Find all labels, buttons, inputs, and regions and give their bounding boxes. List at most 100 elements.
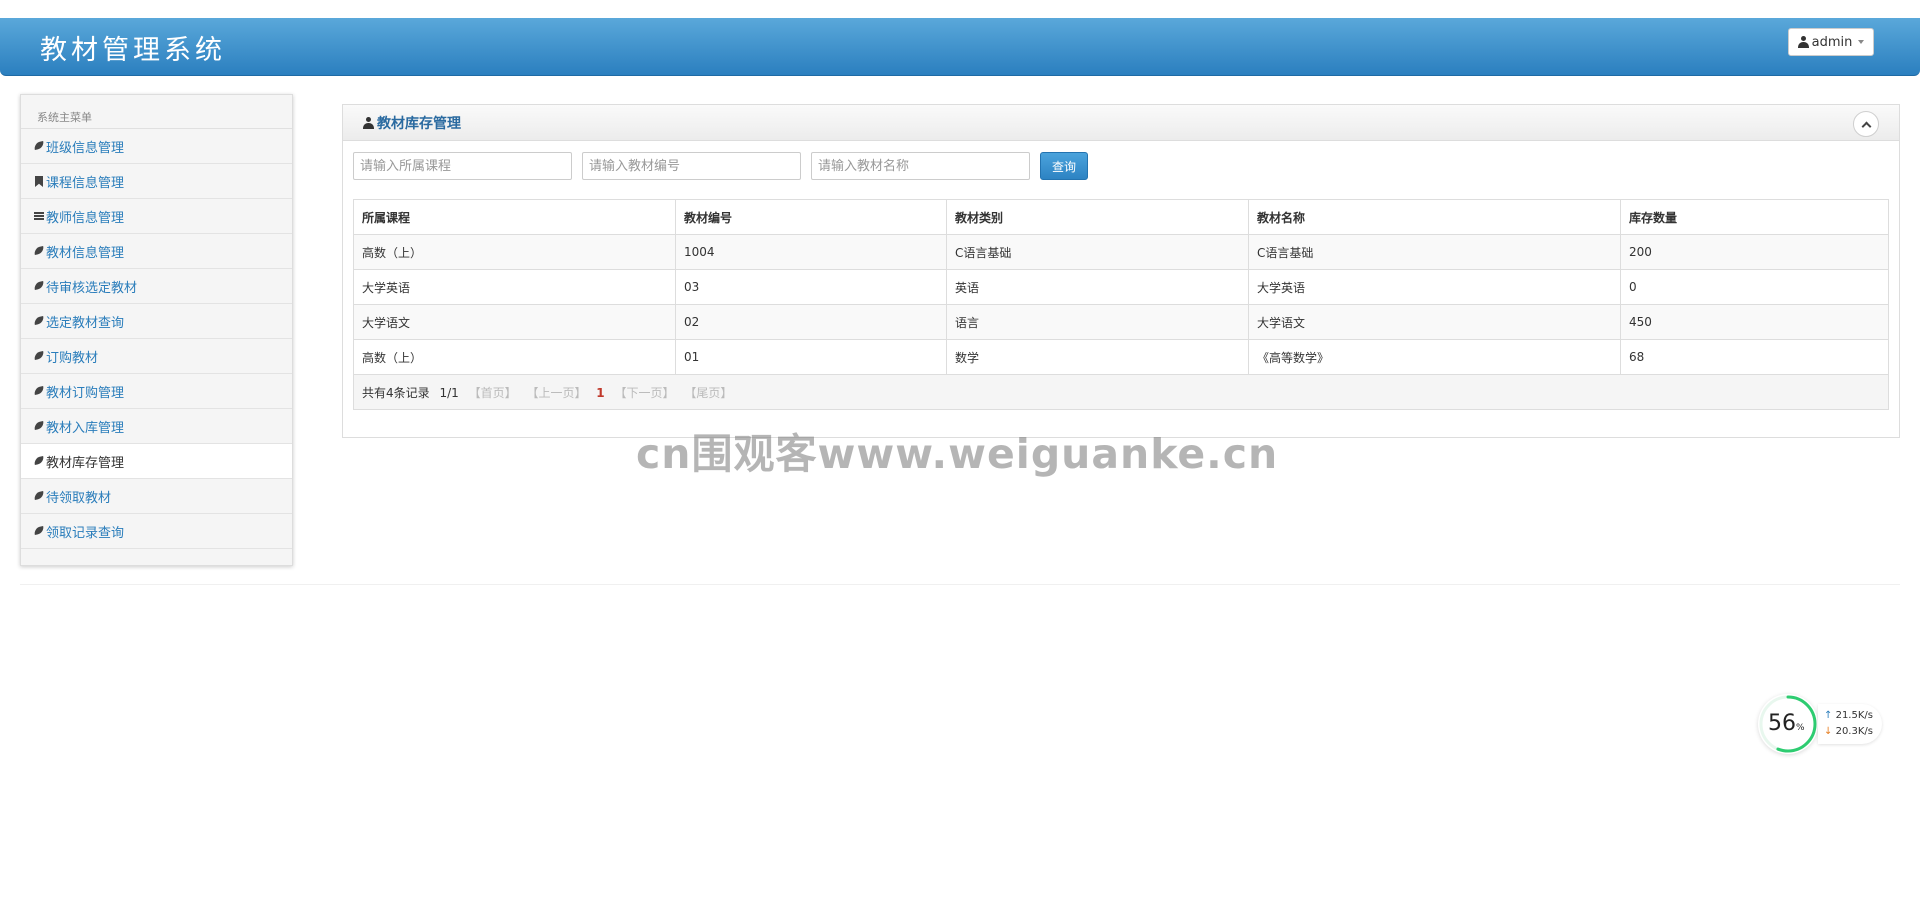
table-cell: 大学英语 [1248, 269, 1621, 305]
sidebar-item-label: 班级信息管理 [46, 140, 125, 156]
record-count: 共有4条记录 [362, 385, 430, 400]
sidebar-item-label: 待领取教材 [46, 490, 112, 506]
table-row: 高数（上） 1004 C语言基础 C语言基础 200 [353, 234, 1889, 270]
table-cell: C语言基础 [946, 234, 1249, 270]
bookmark-icon [33, 176, 45, 186]
leaf-icon [33, 526, 45, 536]
upload-arrow-icon: ↑ [1824, 710, 1833, 721]
leaf-icon [33, 351, 45, 361]
sidebar-item-course-info[interactable]: 课程信息管理 [21, 164, 292, 199]
table-cell: 450 [1620, 304, 1889, 340]
download-rate: 20.3K/s [1835, 726, 1873, 737]
pager-row: 共有4条记录 1/1 【首页】 【上一页】 1 【下一页】 【尾页】 [353, 374, 1889, 410]
table-cell: 03 [675, 269, 947, 305]
column-header: 教材名称 [1248, 199, 1621, 235]
table-cell: 英语 [946, 269, 1249, 305]
inventory-table: 所属课程 教材编号 教材类别 教材名称 库存数量 高数（上） 1004 C语言基… [353, 199, 1889, 410]
watermark: cn围观客www.weiguanke.cn [636, 430, 1279, 478]
sidebar: 系统主菜单 班级信息管理 课程信息管理 教师信息管理 教材信息管理 待审核选定教… [20, 94, 293, 566]
sidebar-item-pickup-records[interactable]: 领取记录查询 [21, 514, 292, 549]
table-row: 大学语文 02 语言 大学语文 450 [353, 304, 1889, 340]
user-menu-button[interactable]: admin [1788, 28, 1874, 56]
caret-down-icon [1858, 40, 1865, 44]
table-cell: 数学 [946, 339, 1249, 375]
sidebar-item-label: 教材入库管理 [46, 420, 125, 436]
list-icon [33, 211, 45, 221]
sidebar-item-label: 订购教材 [46, 350, 99, 366]
leaf-icon [33, 386, 45, 396]
sidebar-item-label: 待审核选定教材 [46, 280, 138, 296]
table-cell: 68 [1620, 339, 1889, 375]
table-row: 大学英语 03 英语 大学英语 0 [353, 269, 1889, 305]
table-cell: 02 [675, 304, 947, 340]
user-icon [1797, 36, 1809, 48]
table-cell: 大学语文 [353, 304, 676, 340]
table-cell: 01 [675, 339, 947, 375]
column-header: 教材类别 [946, 199, 1249, 235]
speed-gauge: 56% [1758, 694, 1818, 754]
sidebar-item-label: 课程信息管理 [46, 175, 125, 191]
next-page-link[interactable]: 【下一页】 [614, 386, 674, 400]
prev-page-link[interactable]: 【上一页】 [526, 386, 586, 400]
table-cell: C语言基础 [1248, 234, 1621, 270]
sidebar-item-pending-review[interactable]: 待审核选定教材 [21, 269, 292, 304]
sidebar-item-label: 教材信息管理 [46, 245, 125, 261]
app-title: 教材管理系统 [40, 35, 226, 66]
table-cell: 200 [1620, 234, 1889, 270]
last-page-link[interactable]: 【尾页】 [684, 386, 732, 400]
current-page[interactable]: 1 [596, 386, 604, 400]
inventory-panel: 教材库存管理 查询 所属课程 教材编号 教材类别 教材名称 库存数量 高数（上）… [342, 104, 1900, 438]
network-speed-widget[interactable]: 56% ↑ 21.5K/s ↓ 20.3K/s [1758, 694, 1882, 756]
sidebar-item-order-textbook[interactable]: 订购教材 [21, 339, 292, 374]
table-row: 高数（上） 01 数学 《高等数学》 68 [353, 339, 1889, 375]
table-cell: 大学英语 [353, 269, 676, 305]
page-info: 1/1 [439, 385, 459, 400]
sidebar-item-teacher-info[interactable]: 教师信息管理 [21, 199, 292, 234]
collapse-button[interactable] [1853, 111, 1879, 137]
leaf-icon [33, 141, 45, 151]
pager: 共有4条记录 1/1 【首页】 【上一页】 1 【下一页】 【尾页】 [353, 374, 1889, 410]
search-bar: 查询 [353, 152, 1088, 180]
sidebar-item-selected-query[interactable]: 选定教材查询 [21, 304, 292, 339]
sidebar-item-label: 教材订购管理 [46, 385, 125, 401]
table-cell: 高数（上） [353, 234, 676, 270]
panel-header: 教材库存管理 [343, 105, 1899, 141]
column-header: 库存数量 [1620, 199, 1889, 235]
sidebar-item-label: 选定教材查询 [46, 315, 125, 331]
table-cell: 《高等数学》 [1248, 339, 1621, 375]
sidebar-item-textbook-info[interactable]: 教材信息管理 [21, 234, 292, 269]
first-page-link[interactable]: 【首页】 [469, 386, 517, 400]
leaf-icon [33, 456, 45, 466]
sidebar-item-class-info[interactable]: 班级信息管理 [21, 129, 292, 164]
leaf-icon [33, 421, 45, 431]
code-search-input[interactable] [582, 152, 801, 180]
panel-title: 教材库存管理 [377, 115, 461, 132]
sidebar-item-label: 教师信息管理 [46, 210, 125, 226]
leaf-icon [33, 246, 45, 256]
leaf-icon [33, 316, 45, 326]
column-header: 所属课程 [353, 199, 676, 235]
speed-percent: 56% [1768, 711, 1805, 736]
table-cell: 1004 [675, 234, 947, 270]
sidebar-item-label: 教材库存管理 [46, 455, 125, 471]
course-search-input[interactable] [353, 152, 572, 180]
chevron-up-icon [1861, 121, 1871, 131]
leaf-icon [33, 491, 45, 501]
name-search-input[interactable] [811, 152, 1030, 180]
sidebar-item-stock-in[interactable]: 教材入库管理 [21, 409, 292, 444]
sidebar-item-order-management[interactable]: 教材订购管理 [21, 374, 292, 409]
table-header-row: 所属课程 教材编号 教材类别 教材名称 库存数量 [353, 199, 1889, 235]
sidebar-item-label: 领取记录查询 [46, 525, 125, 541]
column-header: 教材编号 [675, 199, 947, 235]
top-navbar: 教材管理系统 admin [0, 18, 1920, 76]
query-button[interactable]: 查询 [1040, 152, 1088, 180]
table-cell: 0 [1620, 269, 1889, 305]
sidebar-item-pending-pickup[interactable]: 待领取教材 [21, 479, 292, 514]
speed-rates: ↑ 21.5K/s ↓ 20.3K/s [1818, 704, 1882, 744]
sidebar-item-inventory[interactable]: 教材库存管理 [21, 444, 292, 479]
user-name: admin [1811, 34, 1853, 50]
download-arrow-icon: ↓ [1824, 726, 1833, 737]
table-cell: 大学语文 [1248, 304, 1621, 340]
leaf-icon [33, 281, 45, 291]
table-cell: 语言 [946, 304, 1249, 340]
